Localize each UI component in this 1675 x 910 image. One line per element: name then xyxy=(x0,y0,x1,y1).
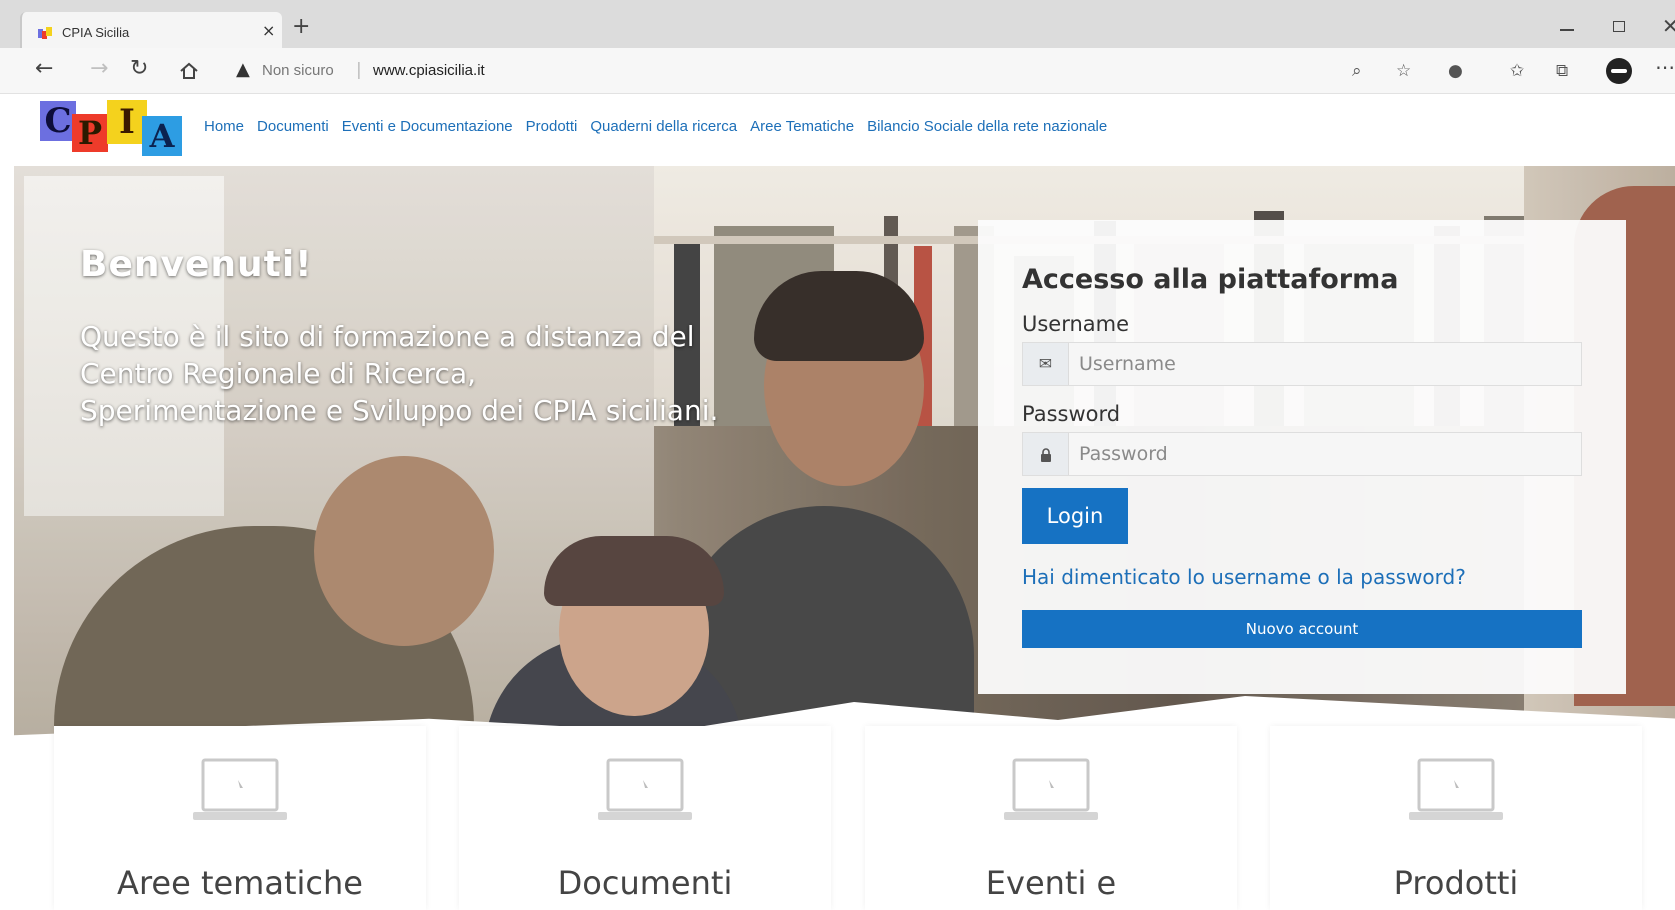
card-title: Aree tematiche xyxy=(117,864,363,902)
card-title: Eventi e xyxy=(985,864,1117,902)
password-input[interactable] xyxy=(1079,433,1579,475)
nav-eventi[interactable]: Eventi e Documentazione xyxy=(342,118,513,135)
add-favorite-icon[interactable]: ☆ xyxy=(1396,61,1411,81)
card-documenti[interactable]: Documenti xyxy=(459,726,831,910)
address-bar[interactable]: ▲ Non sicuro | www.cpiasicilia.it xyxy=(232,56,1332,86)
login-button[interactable]: Login xyxy=(1022,488,1128,544)
url-text[interactable]: www.cpiasicilia.it xyxy=(373,62,485,79)
card-eventi[interactable]: Eventi e xyxy=(865,726,1237,910)
welcome-text: Questo è il sito di formazione a distanz… xyxy=(80,320,719,427)
cpia-logo[interactable]: C P I A xyxy=(38,98,188,158)
forgot-password-link[interactable]: Hai dimenticato lo username o la passwor… xyxy=(1022,565,1466,589)
laptop-icon xyxy=(193,758,287,820)
tab-close-icon[interactable]: × xyxy=(262,21,275,40)
extension-icon[interactable]: ● xyxy=(1448,61,1463,81)
home-icon[interactable] xyxy=(178,60,200,82)
card-title: Prodotti xyxy=(1393,864,1519,902)
nav-aree-tematiche[interactable]: Aree Tematiche xyxy=(750,118,854,135)
window-close-icon[interactable]: ✕ xyxy=(1662,14,1675,38)
zoom-icon[interactable]: ⌕ xyxy=(1352,61,1362,81)
browser-toolbar: ← → ↻ ▲ Non sicuro | www.cpiasicilia.it … xyxy=(0,48,1675,94)
username-input[interactable] xyxy=(1079,343,1579,385)
password-label: Password xyxy=(1022,402,1121,426)
new-tab-button[interactable]: + xyxy=(292,16,310,38)
card-title: Documenti xyxy=(557,864,733,902)
logo-letter-p: P xyxy=(72,114,108,152)
new-account-button[interactable]: Nuovo account xyxy=(1022,610,1582,648)
card-prodotti[interactable]: Prodotti xyxy=(1270,726,1642,910)
tab-title: CPIA Sicilia xyxy=(62,25,130,40)
nav-prodotti[interactable]: Prodotti xyxy=(526,118,578,135)
username-label: Username xyxy=(1022,312,1130,336)
nav-home[interactable]: Home xyxy=(204,118,244,135)
logo-letter-i: I xyxy=(107,100,147,144)
laptop-icon xyxy=(1004,758,1098,820)
reload-icon[interactable]: ↻ xyxy=(130,56,148,82)
favicon-icon xyxy=(38,27,52,39)
maximize-icon[interactable] xyxy=(1613,21,1625,32)
collections-icon[interactable]: ⧉ xyxy=(1556,61,1568,81)
logo-letter-a: A xyxy=(142,116,182,156)
security-label[interactable]: Non sicuro xyxy=(262,62,334,79)
welcome-title: Benvenuti! xyxy=(80,244,313,285)
nav-quaderni[interactable]: Quaderni della ricerca xyxy=(590,118,737,135)
forward-icon[interactable]: → xyxy=(90,56,108,82)
password-input-group xyxy=(1022,432,1582,476)
logo-letter-c: C xyxy=(40,101,76,141)
nav-bilancio-sociale[interactable]: Bilancio Sociale della rete nazionale xyxy=(867,118,1107,135)
more-options-icon[interactable]: ⋯ xyxy=(1655,55,1675,79)
laptop-icon xyxy=(598,758,692,820)
envelope-icon: ✉ xyxy=(1023,343,1069,385)
warning-icon[interactable]: ▲ xyxy=(236,59,250,80)
login-title: Accesso alla piattaforma xyxy=(1022,264,1399,295)
laptop-icon xyxy=(1409,758,1503,820)
profile-avatar-icon[interactable] xyxy=(1606,58,1632,84)
lock-icon xyxy=(1023,433,1069,475)
favorites-icon[interactable]: ✩ xyxy=(1510,61,1524,81)
url-separator: | xyxy=(356,60,362,80)
minimize-icon[interactable] xyxy=(1560,29,1574,31)
username-input-group: ✉ xyxy=(1022,342,1582,386)
login-card: Accesso alla piattaforma Username ✉ Pass… xyxy=(978,220,1626,694)
back-icon[interactable]: ← xyxy=(35,56,53,82)
site-header: C P I A Home Documenti Eventi e Document… xyxy=(0,94,1675,166)
nav-documenti[interactable]: Documenti xyxy=(257,118,329,135)
main-nav: Home Documenti Eventi e Documentazione P… xyxy=(204,118,1107,135)
card-aree-tematiche[interactable]: Aree tematiche xyxy=(54,726,426,910)
